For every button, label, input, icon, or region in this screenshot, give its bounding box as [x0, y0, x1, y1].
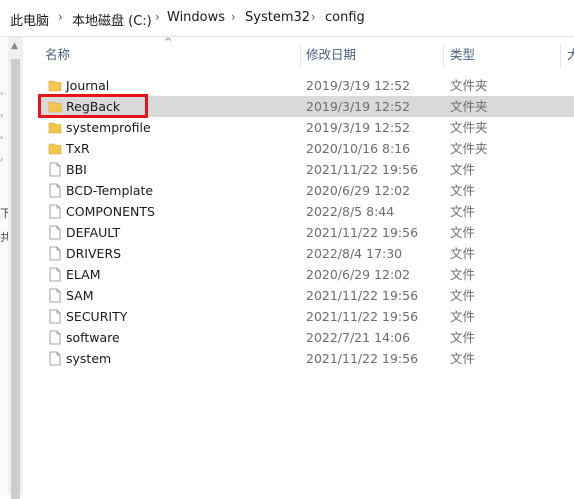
chevron-right-icon[interactable]: › — [155, 10, 160, 24]
breadcrumb-windows[interactable]: Windows — [167, 10, 225, 25]
file-date: 2022/8/5 8:44 — [306, 204, 395, 219]
file-icon — [49, 225, 61, 240]
file-icon — [49, 351, 61, 366]
file-row[interactable]: DEFAULT 2021/11/22 19:56 文件 — [38, 222, 574, 243]
chevron-right-icon[interactable]: › — [231, 10, 236, 24]
file-row[interactable]: DRIVERS 2022/8/4 17:30 文件 — [38, 243, 574, 264]
expand-arrow-icon[interactable]: › — [0, 89, 4, 98]
file-date: 2021/11/22 19:56 — [306, 351, 419, 366]
folder-icon — [48, 122, 62, 134]
file-date: 2021/11/22 19:56 — [306, 288, 419, 303]
expand-arrow-icon[interactable]: › — [0, 155, 4, 164]
column-divider[interactable] — [443, 44, 444, 68]
file-row[interactable]: systemprofile 2019/3/19 12:52 文件夹 — [38, 117, 574, 138]
file-type: 文件夹 — [450, 120, 488, 135]
expand-arrow-icon[interactable]: › — [0, 111, 4, 120]
file-date: 2020/6/29 12:02 — [306, 267, 411, 282]
file-name: BBI — [66, 162, 87, 177]
file-type: 文件 — [450, 183, 476, 198]
scrollbar-thumb[interactable] — [11, 59, 20, 499]
file-type: 文件 — [450, 246, 476, 261]
file-type: 文件 — [450, 204, 476, 219]
file-name: BCD-Template — [66, 183, 154, 198]
file-icon — [49, 246, 61, 261]
file-name: systemprofile — [66, 120, 151, 135]
file-type: 文件夹 — [450, 99, 488, 114]
file-name: DRIVERS — [66, 246, 122, 261]
column-header-date[interactable]: 修改日期 — [306, 44, 356, 66]
file-name: COMPONENTS — [66, 204, 155, 219]
file-date: 2022/7/21 14:06 — [306, 330, 411, 345]
file-icon — [49, 309, 61, 324]
file-row[interactable]: SAM 2021/11/22 19:56 文件 — [38, 285, 574, 306]
column-divider[interactable] — [560, 44, 561, 68]
file-date: 2019/3/19 12:52 — [306, 99, 411, 114]
chevron-right-icon[interactable]: › — [58, 10, 63, 24]
chevron-right-icon[interactable]: › — [311, 10, 316, 24]
column-header-size[interactable]: 大 — [567, 44, 574, 66]
file-name: DEFAULT — [66, 225, 121, 240]
file-type: 文件 — [450, 288, 476, 303]
file-name: ELAM — [66, 267, 101, 282]
file-row[interactable]: TxR 2020/10/16 8:16 文件夹 — [38, 138, 574, 159]
file-type: 文件 — [450, 351, 476, 366]
scrollbar[interactable]: ▲ — [8, 37, 23, 499]
file-row[interactable]: COMPONENTS 2022/8/5 8:44 文件 — [38, 201, 574, 222]
breadcrumb-local-disk[interactable]: 本地磁盘 (C:) — [72, 10, 152, 29]
file-row[interactable]: system 2021/11/22 19:56 文件 — [38, 348, 574, 369]
file-row[interactable]: BCD-Template 2020/6/29 12:02 文件 — [38, 180, 574, 201]
file-icon — [49, 204, 61, 219]
file-row[interactable]: ELAM 2020/6/29 12:02 文件 — [38, 264, 574, 285]
breadcrumb-system32[interactable]: System32 — [245, 10, 310, 25]
file-type: 文件 — [450, 330, 476, 345]
scroll-up-icon[interactable]: ▲ — [11, 41, 18, 51]
file-type: 文件 — [450, 309, 476, 324]
sort-ascending-icon: ^ — [164, 37, 173, 48]
file-date: 2022/8/4 17:30 — [306, 246, 403, 261]
file-name: SAM — [66, 288, 94, 303]
file-row[interactable]: Journal 2019/3/19 12:52 文件夹 — [38, 75, 574, 96]
breadcrumb: 此电脑 › 本地磁盘 (C:) › Windows › System32 › c… — [0, 0, 574, 37]
folder-icon — [48, 143, 62, 155]
column-header-type[interactable]: 类型 — [450, 44, 475, 66]
file-name: Journal — [66, 78, 110, 93]
file-name: SECURITY — [66, 309, 128, 324]
file-date: 2021/11/22 19:56 — [306, 162, 419, 177]
file-icon — [49, 267, 61, 282]
file-date: 2019/3/19 12:52 — [306, 120, 411, 135]
file-icon — [49, 330, 61, 345]
file-date: 2020/10/16 8:16 — [306, 141, 411, 156]
file-row[interactable]: SECURITY 2021/11/22 19:56 文件 — [38, 306, 574, 327]
file-name: software — [66, 330, 120, 345]
file-name: system — [66, 351, 112, 366]
file-type: 文件 — [450, 162, 476, 177]
folder-icon — [48, 80, 62, 92]
file-type: 文件夹 — [450, 141, 488, 156]
file-date: 2021/11/22 19:56 — [306, 225, 419, 240]
file-type: 文件 — [450, 225, 476, 240]
file-row[interactable]: software 2022/7/21 14:06 文件 — [38, 327, 574, 348]
file-row[interactable]: BBI 2021/11/22 19:56 文件 — [38, 159, 574, 180]
highlight-box — [38, 94, 148, 118]
column-divider[interactable] — [300, 44, 301, 68]
file-icon — [49, 162, 61, 177]
file-type: 文件 — [450, 267, 476, 282]
file-date: 2019/3/19 12:52 — [306, 78, 411, 93]
expand-arrow-icon[interactable]: › — [0, 133, 4, 142]
file-icon — [49, 288, 61, 303]
file-icon — [49, 183, 61, 198]
breadcrumb-config[interactable]: config — [325, 10, 365, 25]
file-date: 2020/6/29 12:02 — [306, 183, 411, 198]
column-header-name[interactable]: 名称 — [45, 44, 70, 66]
file-type: 文件夹 — [450, 78, 488, 93]
breadcrumb-this-pc[interactable]: 此电脑 — [10, 10, 49, 29]
file-name: TxR — [66, 141, 90, 156]
navigation-pane[interactable]: › › › › 下 共 — [0, 37, 11, 495]
file-date: 2021/11/22 19:56 — [306, 309, 419, 324]
